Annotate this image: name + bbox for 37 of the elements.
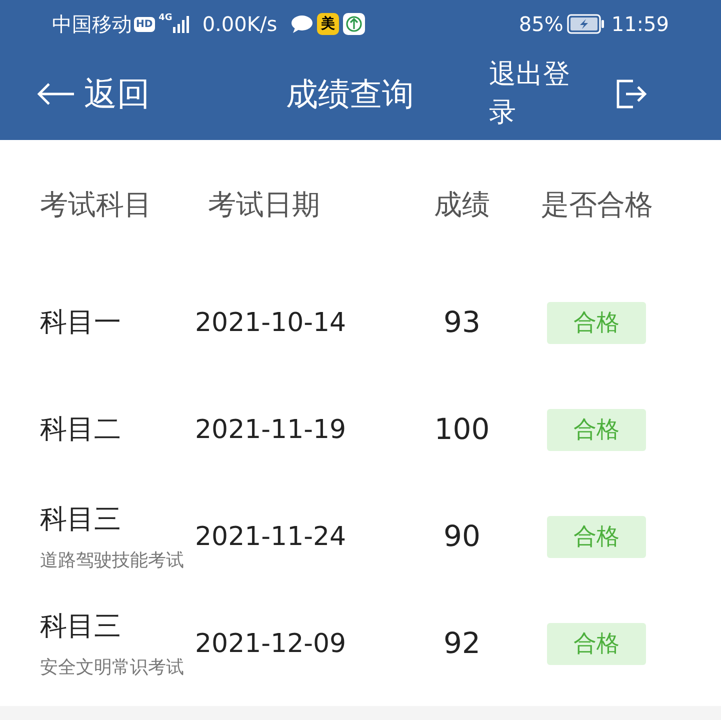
- battery-icon: [567, 14, 606, 34]
- subject-note: 道路驾驶技能考试: [40, 548, 185, 573]
- column-header: 成绩: [434, 188, 490, 221]
- hd-icon: HD: [134, 16, 155, 32]
- app-badge-icon: 美: [317, 13, 340, 35]
- column-header: 考试科目: [40, 188, 152, 221]
- result-badge: 合格: [547, 409, 646, 451]
- page-title: 成绩查询: [286, 74, 414, 115]
- subject-name: 科目二: [40, 412, 122, 447]
- exam-date: 2021-11-24: [195, 522, 346, 552]
- exam-score: 92: [444, 625, 480, 662]
- exam-date: 2021-11-19: [195, 414, 346, 444]
- network-speed: 0.00K/s: [202, 11, 278, 38]
- column-header: 是否合格: [541, 188, 653, 221]
- carrier-name: 中国移动: [52, 11, 132, 38]
- logout-button[interactable]: 退出登录: [489, 56, 585, 132]
- exam-date: 2021-12-09: [195, 628, 346, 658]
- back-arrow-icon: [36, 82, 76, 106]
- clock-time: 11:59: [611, 11, 669, 38]
- logout-icon[interactable]: [615, 79, 647, 109]
- column-header: 考试日期: [208, 188, 320, 221]
- subject-note: 安全文明常识考试: [40, 656, 185, 680]
- battery-percent: 85%: [518, 11, 564, 38]
- result-badge: 合格: [547, 516, 646, 558]
- result-badge: 合格: [547, 623, 646, 665]
- chat-bubble-icon: [291, 15, 314, 33]
- back-button[interactable]: 返回: [36, 69, 166, 119]
- subject-name: 科目三: [40, 503, 122, 538]
- exam-score: 93: [444, 304, 480, 342]
- signal-icon: [173, 15, 190, 33]
- subject-name: 科目三: [40, 610, 122, 644]
- exam-date: 2021-10-14: [195, 308, 346, 338]
- subject-name: 科目一: [40, 306, 122, 340]
- result-badge: 合格: [547, 302, 646, 344]
- exam-score: 100: [434, 411, 490, 448]
- network-type: 4G: [158, 12, 172, 25]
- exam-score: 90: [444, 518, 480, 556]
